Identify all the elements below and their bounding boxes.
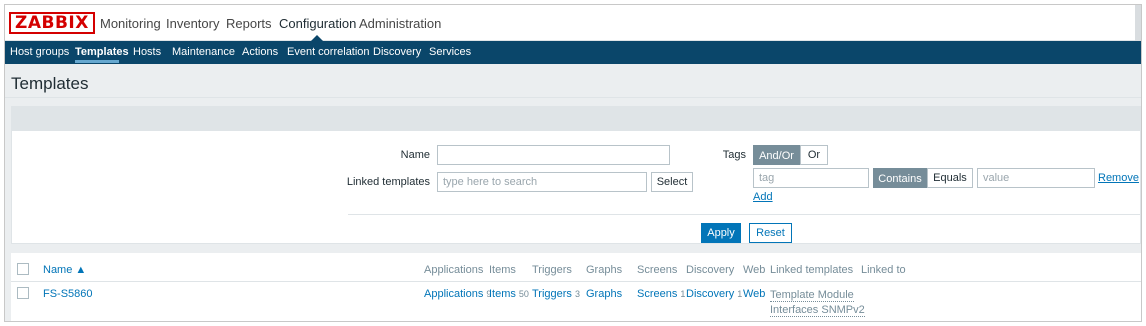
subnav-event-correlation[interactable]: Event correlation (287, 46, 370, 58)
subnav-host-groups[interactable]: Host groups (10, 46, 69, 58)
subnav-discovery[interactable]: Discovery (373, 46, 421, 58)
active-tab-indicator (75, 60, 119, 63)
menu-configuration[interactable]: Configuration (279, 16, 356, 31)
linked-templates-cell: Template Module Interfaces SNMPv2 (770, 288, 865, 318)
screens-cell: Screens 1 (637, 288, 685, 300)
triggers-link[interactable]: Triggers (532, 288, 572, 300)
column-graphs: Graphs (586, 264, 623, 276)
filter-divider (348, 214, 1140, 215)
menu-reports[interactable]: Reports (226, 16, 272, 31)
subnav-hosts[interactable]: Hosts (133, 46, 161, 58)
discovery-link[interactable]: Discovery (686, 288, 734, 300)
column-triggers: Triggers (532, 264, 572, 276)
graphs-link[interactable]: Graphs (586, 288, 622, 300)
name-label: Name (400, 149, 430, 161)
add-tag-link[interactable]: Add (753, 191, 773, 203)
items-link[interactable]: Items (489, 288, 516, 300)
applications-cell: Applications 9 (424, 288, 491, 300)
window-edge (1135, 5, 1141, 41)
templates-table: Name ▲ Applications Items Triggers Graph… (11, 253, 1141, 321)
tags-and-or-toggle[interactable]: And/Or (753, 145, 800, 165)
select-button[interactable]: Select (651, 172, 693, 192)
discovery-count: 1 (737, 289, 743, 299)
menu-monitoring[interactable]: Monitoring (100, 16, 161, 31)
tags-or-toggle[interactable]: Or (800, 145, 828, 165)
subnav-actions[interactable]: Actions (242, 46, 278, 58)
zabbix-logo[interactable]: ZABBIX (9, 12, 95, 34)
column-screens: Screens (637, 264, 678, 276)
column-discovery: Discovery (686, 264, 735, 276)
name-input[interactable] (437, 145, 670, 165)
reset-button[interactable]: Reset (749, 223, 792, 243)
linked-template-line-1: Template Module (770, 289, 854, 301)
discovery-cell: Discovery 1 (686, 288, 742, 300)
apply-button[interactable]: Apply (701, 223, 741, 243)
triggers-count: 3 (574, 289, 580, 299)
column-linked-templates: Linked templates (770, 264, 854, 276)
applications-link[interactable]: Applications (424, 288, 483, 300)
column-applications: Applications (424, 264, 484, 276)
column-items: Items (489, 264, 516, 276)
divider (5, 97, 1141, 98)
linked-templates-label: Linked templates (346, 176, 430, 188)
menu-administration[interactable]: Administration (359, 16, 441, 31)
page-title: Templates (11, 74, 89, 93)
template-name-link[interactable]: FS-S5860 (43, 288, 93, 300)
column-web: Web (743, 264, 766, 276)
screens-link[interactable]: Screens (637, 288, 677, 300)
tag-contains-toggle[interactable]: Contains (873, 168, 927, 188)
tag-input[interactable] (753, 168, 869, 188)
filter-panel: Name Linked templates Select Tags And/Or… (11, 130, 1141, 244)
subnav-services[interactable]: Services (429, 46, 471, 58)
items-count: 50 (518, 289, 529, 299)
linked-templates-input[interactable] (437, 172, 647, 192)
select-all-checkbox[interactable] (17, 263, 29, 275)
sub-navigation: Host groups Templates Hosts Maintenance … (5, 41, 1141, 64)
triggers-cell: Triggers 3 (532, 288, 580, 300)
menu-inventory[interactable]: Inventory (166, 16, 219, 31)
tags-label: Tags (722, 149, 746, 161)
items-cell: Items 50 (489, 288, 529, 300)
column-name-sort[interactable]: Name ▲ (43, 264, 86, 276)
zabbix-window: ZABBIX Monitoring Inventory Reports Conf… (4, 4, 1142, 322)
row-divider (11, 281, 1141, 282)
screens-count: 1 (680, 289, 686, 299)
linked-template-line-2: Interfaces SNMPv2 (770, 304, 865, 316)
row-checkbox[interactable] (17, 287, 29, 299)
linked-template-link[interactable]: Template Module Interfaces SNMPv2 (770, 289, 865, 317)
subnav-templates[interactable]: Templates (75, 46, 129, 58)
top-bar: ZABBIX Monitoring Inventory Reports Conf… (5, 5, 1141, 41)
tag-value-input[interactable] (977, 168, 1095, 188)
remove-tag-link[interactable]: Remove (1098, 172, 1139, 184)
filter-tab-strip[interactable] (11, 106, 1141, 130)
tag-equals-toggle[interactable]: Equals (927, 168, 973, 188)
subnav-maintenance[interactable]: Maintenance (172, 46, 235, 58)
column-linked-to: Linked to (861, 264, 906, 276)
web-link[interactable]: Web (743, 288, 765, 300)
